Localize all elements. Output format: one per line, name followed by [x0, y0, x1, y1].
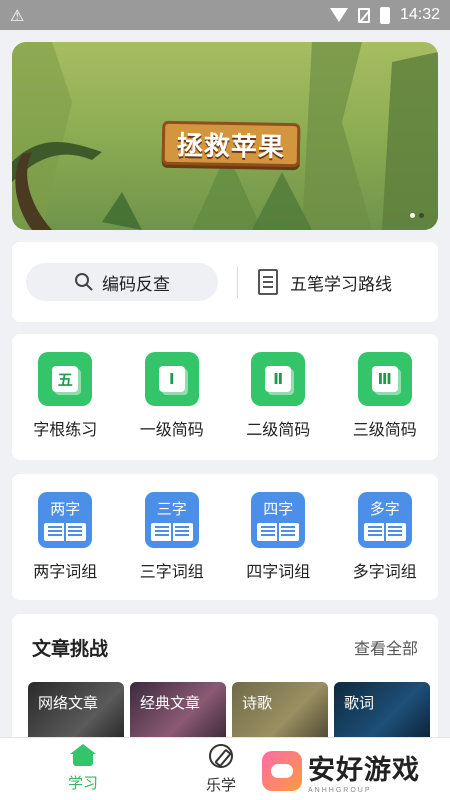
level-one-icon-glyph: Ⅰ [158, 366, 185, 392]
level-item-second[interactable]: Ⅱ 二级简码 [225, 352, 332, 440]
level-item-label: 字根练习 [33, 420, 98, 439]
status-bar: ⚠ 14:32 [0, 0, 450, 30]
word-item-three[interactable]: 三字 三字词组 [119, 492, 226, 582]
word-item-label: 四字词组 [246, 562, 311, 581]
status-time: 14:32 [399, 6, 440, 23]
thumb-label: 诗歌 [242, 694, 273, 712]
level-item-label: 二级简码 [246, 420, 311, 439]
book-icon: 两字 [38, 492, 93, 548]
code-lookup-label: 编码反查 [102, 274, 170, 295]
level-item-label: 三级简码 [352, 420, 417, 439]
watermark-text: 安好游戏 [308, 755, 420, 786]
section-title: 文章挑战 [32, 638, 109, 660]
level-two-icon-glyph: Ⅱ [265, 366, 292, 392]
book-icon: 四字 [251, 492, 306, 548]
level-one-icon: Ⅰ [144, 352, 199, 406]
level-two-icon: Ⅱ [251, 352, 306, 406]
document-icon [258, 269, 278, 295]
level-item-third[interactable]: Ⅲ 三级简码 [332, 352, 439, 440]
word-item-multi[interactable]: 多字 多字词组 [332, 492, 439, 582]
thumb-label: 经典文章 [140, 694, 201, 712]
home-icon [70, 744, 96, 766]
banner-pager [410, 213, 424, 218]
roots-icon-glyph: 五 [52, 366, 79, 392]
banner-sign: 拯救苹果 [161, 120, 301, 168]
pager-dot [410, 213, 415, 218]
search-icon [75, 273, 93, 291]
watermark: 安好游戏 ANHHGROUP [262, 743, 442, 799]
book-icon-label: 四字 [263, 500, 294, 518]
thumb-label: 歌词 [344, 694, 375, 712]
divider [237, 266, 238, 298]
word-group-card: 两字 两字词组 三字 三字词组 四字 四字词组 多字 多字词组 [12, 474, 438, 600]
watermark-subtext: ANHHGROUP [308, 787, 372, 794]
warning-icon: ⚠ [10, 5, 25, 25]
nav-tab-fun[interactable]: 乐学 [206, 744, 236, 795]
wifi-icon [329, 8, 348, 22]
code-lookup-button[interactable]: 编码反查 [26, 263, 218, 301]
roots-icon: 五 [38, 352, 93, 406]
level-three-icon: Ⅲ [357, 352, 412, 406]
nav-tab-label: 学习 [68, 774, 99, 792]
pager-dot-active [419, 213, 424, 218]
search-card: 编码反查 五笔学习路线 [12, 242, 438, 322]
compass-icon [209, 744, 233, 768]
level-item-roots[interactable]: 五 字根练习 [12, 352, 119, 440]
book-icon: 多字 [357, 492, 412, 548]
nav-tab-label: 乐学 [206, 776, 237, 794]
battery-icon [379, 6, 390, 24]
book-icon-label: 多字 [369, 500, 400, 518]
learning-route-label: 五笔学习路线 [290, 274, 392, 295]
nav-tab-study[interactable]: 学习 [68, 744, 98, 793]
level-three-icon-glyph: Ⅲ [371, 366, 398, 392]
level-practice-card: 五 字根练习 Ⅰ 一级简码 Ⅱ 二级简码 Ⅲ 三级简码 [12, 334, 438, 460]
book-icon-label: 三字 [156, 500, 187, 518]
level-item-label: 一级简码 [139, 420, 204, 439]
thumb-label: 网络文章 [38, 694, 99, 712]
banner-title: 拯救苹果 [176, 130, 286, 163]
book-icon: 三字 [144, 492, 199, 548]
word-item-four[interactable]: 四字 四字词组 [225, 492, 332, 582]
word-item-two[interactable]: 两字 两字词组 [12, 492, 119, 582]
see-all-link[interactable]: 查看全部 [354, 635, 418, 659]
word-item-label: 三字词组 [139, 562, 204, 581]
word-item-label: 多字词组 [352, 562, 417, 581]
book-icon-label: 两字 [50, 500, 81, 518]
word-item-label: 两字词组 [33, 562, 98, 581]
promo-banner[interactable]: 拯救苹果 [12, 42, 438, 230]
level-item-first[interactable]: Ⅰ 一级简码 [119, 352, 226, 440]
learning-route-button[interactable]: 五笔学习路线 [258, 263, 392, 301]
gamepad-logo-icon [262, 751, 302, 791]
no-sim-icon [357, 7, 370, 23]
